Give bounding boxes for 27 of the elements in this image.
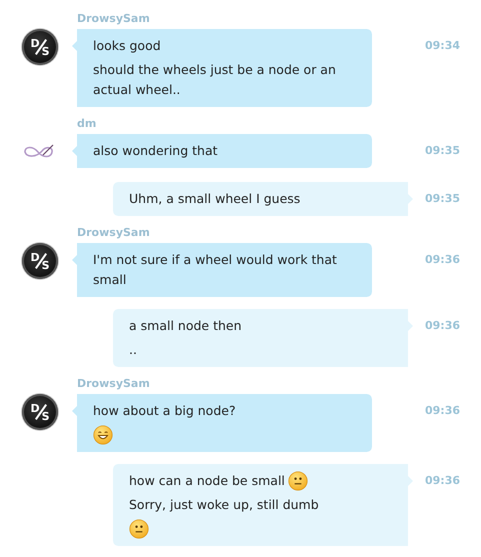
- sender-name: DrowsySam: [77, 12, 151, 27]
- message-text: should the wheels just be a node or an actual wheel..: [93, 61, 337, 99]
- sender-name: dm: [77, 117, 98, 132]
- timestamp: 09:36: [424, 252, 462, 266]
- sender-name: DrowsySam: [77, 377, 151, 392]
- avatar: D S: [22, 29, 58, 65]
- grinning-emoji-icon: [93, 425, 113, 445]
- message-text: a small node then: [129, 317, 242, 335]
- message-text: looks good: [93, 37, 161, 55]
- avatar: D S: [22, 243, 58, 279]
- timestamp: 09:35: [424, 143, 462, 157]
- message-text: Sorry, just woke up, still dumb: [129, 496, 319, 514]
- timestamp: 09:36: [424, 473, 462, 487]
- message-text: ..: [129, 341, 137, 359]
- sender-name: DrowsySam: [77, 226, 151, 241]
- neutral-face-emoji-icon: [129, 519, 149, 539]
- neutral-face-emoji-icon: [288, 471, 308, 491]
- message-text: I'm not sure if a wheel would work that small: [93, 251, 338, 289]
- timestamp: 09:34: [424, 38, 462, 52]
- message-text: how about a big node?: [93, 402, 236, 420]
- message-text: how can a node be small: [129, 472, 285, 490]
- avatar: D S: [22, 394, 58, 430]
- timestamp: 09:35: [424, 191, 462, 205]
- message-text: also wondering that: [93, 142, 218, 160]
- timestamp: 09:36: [424, 403, 462, 417]
- timestamp: 09:36: [424, 318, 462, 332]
- message-text: Uhm, a small wheel I guess: [129, 190, 300, 208]
